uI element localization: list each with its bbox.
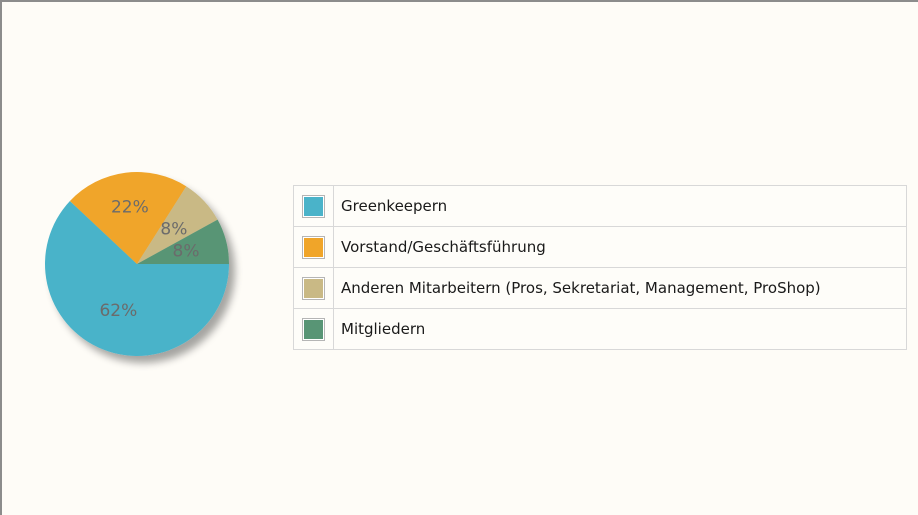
legend-label: Mitgliedern — [341, 320, 426, 338]
legend-swatch-cell — [294, 309, 334, 349]
legend-swatch — [303, 277, 324, 299]
chart-frame: 62% 22% 8% 8% Greenkeepern Vorstand/Geschäf… — [0, 0, 918, 515]
slice-data-label: 8% — [160, 219, 187, 239]
slice-data-label: 8% — [173, 241, 200, 261]
legend-swatch-cell — [294, 268, 334, 308]
legend-item-mitarbeitern: Anderen Mitarbeitern (Pros, Sekretariat,… — [294, 268, 906, 309]
legend-label: Vorstand/Geschäftsführung — [341, 238, 546, 256]
legend-label: Anderen Mitarbeitern (Pros, Sekretariat,… — [341, 279, 821, 297]
legend-item-greenkeepern: Greenkeepern — [294, 186, 906, 227]
chart-legend: Greenkeepern Vorstand/Geschäftsführung A… — [293, 185, 907, 350]
legend-item-vorstand: Vorstand/Geschäftsführung — [294, 227, 906, 268]
pie-chart: 62% 22% 8%8% — [45, 172, 230, 356]
legend-swatch-cell — [294, 186, 334, 226]
legend-swatch — [303, 236, 324, 258]
legend-swatch — [303, 195, 324, 217]
legend-item-mitgliedern: Mitgliedern — [294, 309, 906, 349]
slice-data-label: 62% — [99, 301, 137, 321]
slice-data-label: 22% — [111, 197, 149, 217]
legend-swatch-cell — [294, 227, 334, 267]
legend-swatch — [303, 318, 324, 340]
legend-label: Greenkeepern — [341, 197, 448, 215]
